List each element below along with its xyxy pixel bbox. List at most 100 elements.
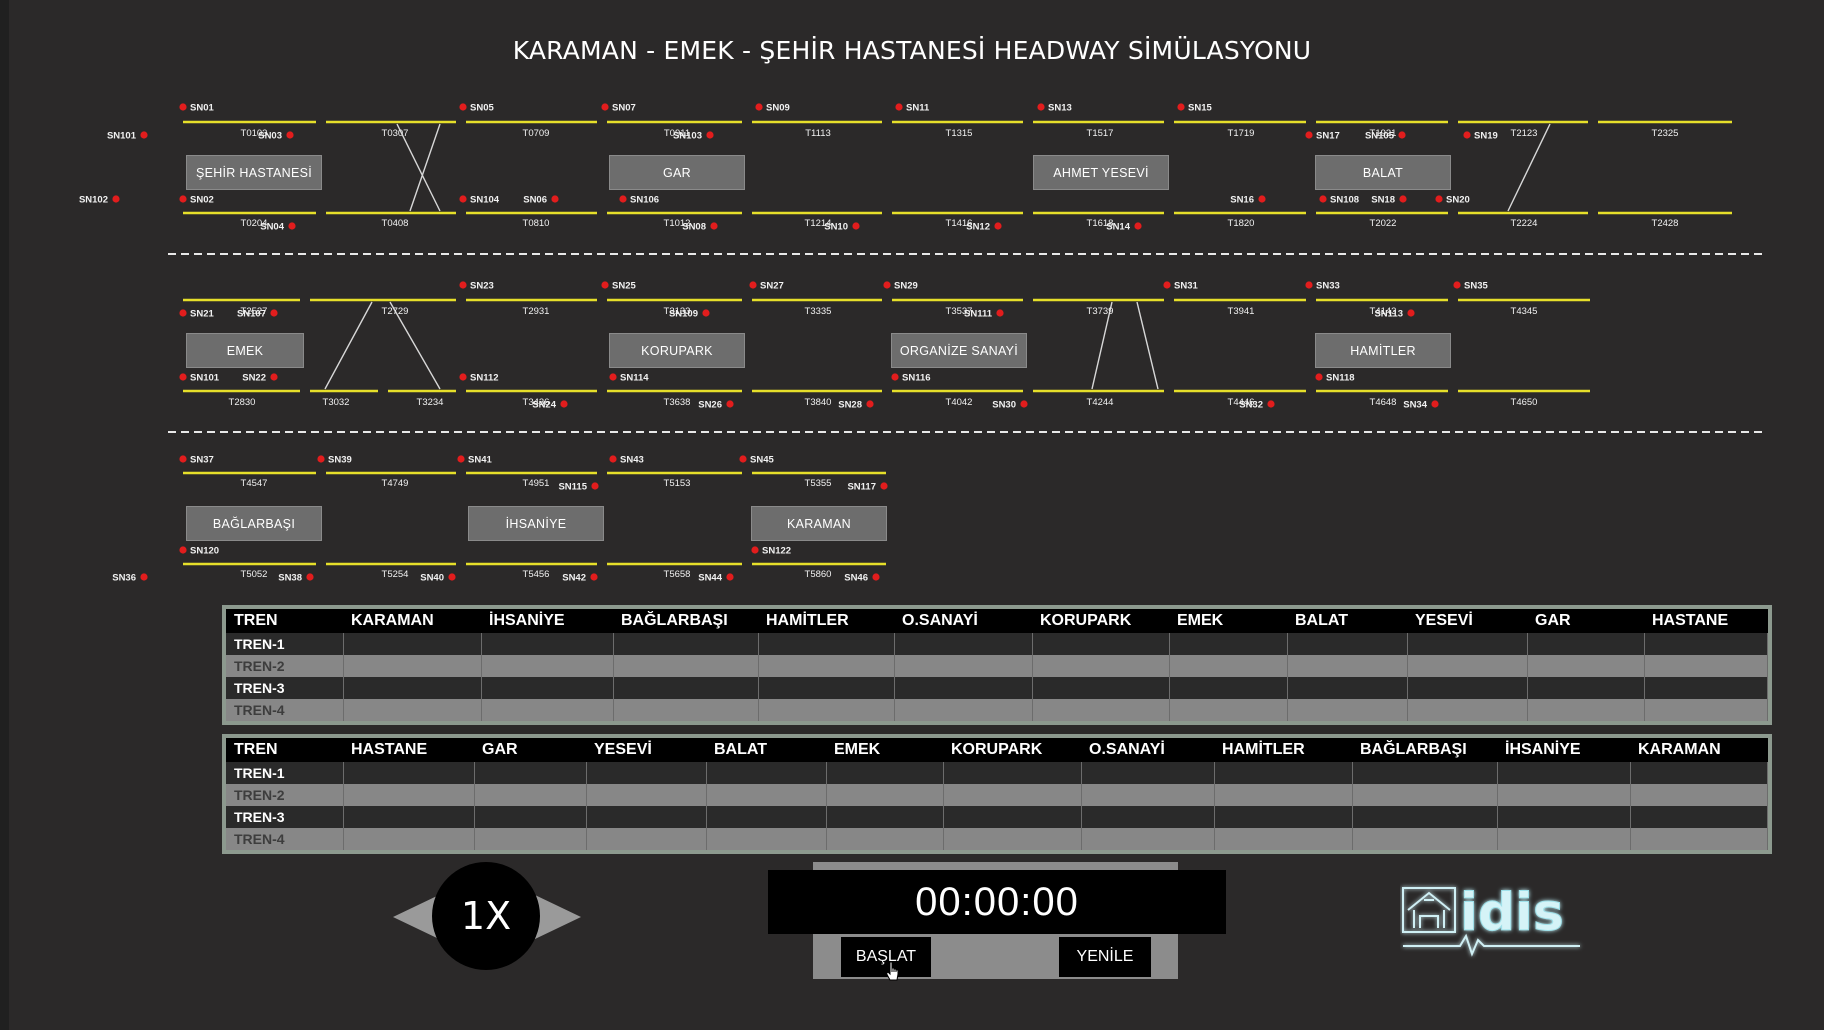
table-cell xyxy=(343,655,482,677)
table-row: TREN-3 xyxy=(226,806,1768,828)
track-circuit-label: T4547 xyxy=(241,478,268,489)
table-cell xyxy=(1081,784,1215,806)
table-cell xyxy=(894,633,1033,655)
track-circuit-label: T1416 xyxy=(946,218,973,229)
track-circuit-label: T5153 xyxy=(664,478,691,489)
station-baglarbasi: BAĞLARBAŞI xyxy=(186,506,322,541)
station-hamitler: HAMİTLER xyxy=(1315,333,1451,368)
signal-lamp-icon xyxy=(459,195,467,203)
signal-label: SN21 xyxy=(190,309,214,320)
timer-display: 00:00:00 xyxy=(768,870,1226,934)
table-cell xyxy=(706,806,827,828)
signal-lamp-icon xyxy=(270,309,278,317)
table-cell xyxy=(1032,655,1170,677)
signal-lamp-icon xyxy=(1435,195,1443,203)
signal-lamp-icon xyxy=(1431,400,1439,408)
signal-lamp-icon xyxy=(706,131,714,139)
table-cell xyxy=(613,677,759,699)
signal-label: SN38 xyxy=(278,573,302,584)
column-header: KORUPARK xyxy=(943,738,1081,762)
signal-lamp-icon xyxy=(1315,373,1323,381)
table-cell xyxy=(1214,828,1353,850)
signal-label: SN42 xyxy=(562,573,586,584)
signal-lamp-icon xyxy=(179,546,187,554)
table-cell xyxy=(1169,677,1288,699)
signal-label: SN33 xyxy=(1316,281,1340,292)
signal-label: SN25 xyxy=(612,281,636,292)
signal-label: SN05 xyxy=(470,103,494,114)
signal-label: SN114 xyxy=(620,373,649,384)
train-name-cell: TREN-3 xyxy=(226,677,344,699)
table-cell xyxy=(343,677,482,699)
station-gar: GAR xyxy=(609,155,745,190)
signal-lamp-icon xyxy=(1258,195,1266,203)
table-cell xyxy=(613,655,759,677)
signal-lamp-icon xyxy=(739,455,747,463)
signal-label: SN102 xyxy=(79,195,108,206)
signal-lamp-icon xyxy=(601,281,609,289)
track-circuit-label: T4345 xyxy=(1511,306,1538,317)
track-circuit-label: T2527 xyxy=(241,306,268,317)
train-name-cell: TREN-4 xyxy=(226,828,344,850)
signal-lamp-icon xyxy=(710,222,718,230)
track-circuit-label: T3941 xyxy=(1228,306,1255,317)
signal-lamp-icon xyxy=(459,103,467,111)
table-cell xyxy=(1644,655,1768,677)
signal-lamp-icon xyxy=(749,281,757,289)
track-circuit-label: T3840 xyxy=(805,397,832,408)
track-circuit-label: T2123 xyxy=(1511,128,1538,139)
table-cell xyxy=(943,784,1082,806)
column-header: İHSANİYE xyxy=(481,609,613,633)
train-name-cell: TREN-1 xyxy=(226,633,344,655)
signal-label: SN116 xyxy=(902,373,931,384)
table-cell xyxy=(1214,806,1353,828)
table-row: TREN-3 xyxy=(226,677,1768,699)
signal-lamp-icon xyxy=(179,195,187,203)
table-cell xyxy=(1497,828,1631,850)
track-circuit-label: T4749 xyxy=(382,478,409,489)
table-cell xyxy=(1352,828,1498,850)
signal-label: SN45 xyxy=(750,455,774,466)
table-cell xyxy=(481,677,614,699)
table-cell xyxy=(343,828,475,850)
column-header: İHSANİYE xyxy=(1497,738,1630,762)
signal-label: SN115 xyxy=(558,482,587,493)
signal-label: SN06 xyxy=(523,195,547,206)
signal-lamp-icon xyxy=(883,281,891,289)
table-cell xyxy=(826,806,944,828)
table-cell xyxy=(343,784,475,806)
signal-lamp-icon xyxy=(591,482,599,490)
table-cell xyxy=(758,633,895,655)
table-cell xyxy=(1527,677,1645,699)
table-cell xyxy=(894,699,1033,721)
signal-label: SN20 xyxy=(1446,195,1470,206)
signal-label: SN27 xyxy=(760,281,784,292)
train-name-cell: TREN-2 xyxy=(226,784,344,806)
signal-lamp-icon xyxy=(726,400,734,408)
track-circuit-label: T3436 xyxy=(523,397,550,408)
signal-lamp-icon xyxy=(609,455,617,463)
track-circuit-label: T2224 xyxy=(1511,218,1538,229)
track-circuit-label: T2729 xyxy=(382,306,409,317)
track-circuit-label: T0307 xyxy=(382,128,409,139)
track-circuit-label: T3638 xyxy=(664,397,691,408)
table-cell xyxy=(586,806,707,828)
signal-label: SN02 xyxy=(190,195,214,206)
column-header: GAR xyxy=(474,738,586,762)
signal-label: SN122 xyxy=(762,546,791,557)
signal-lamp-icon xyxy=(1037,103,1045,111)
signal-label: SN28 xyxy=(838,400,862,411)
table-cell xyxy=(481,699,614,721)
table-cell xyxy=(1287,677,1408,699)
track-circuit-label: T2931 xyxy=(523,306,550,317)
column-header: BAĞLARBAŞI xyxy=(1352,738,1497,762)
mouse-cursor-icon xyxy=(885,961,899,981)
table-cell xyxy=(1630,828,1768,850)
reset-button[interactable]: YENİLE xyxy=(1059,937,1151,977)
column-header: HASTANE xyxy=(343,738,474,762)
speed-increase-arrow[interactable] xyxy=(535,895,581,939)
table-cell xyxy=(1081,806,1215,828)
table-cell xyxy=(1032,633,1170,655)
signal-label: SN120 xyxy=(190,546,219,557)
signal-label: SN15 xyxy=(1188,103,1212,114)
